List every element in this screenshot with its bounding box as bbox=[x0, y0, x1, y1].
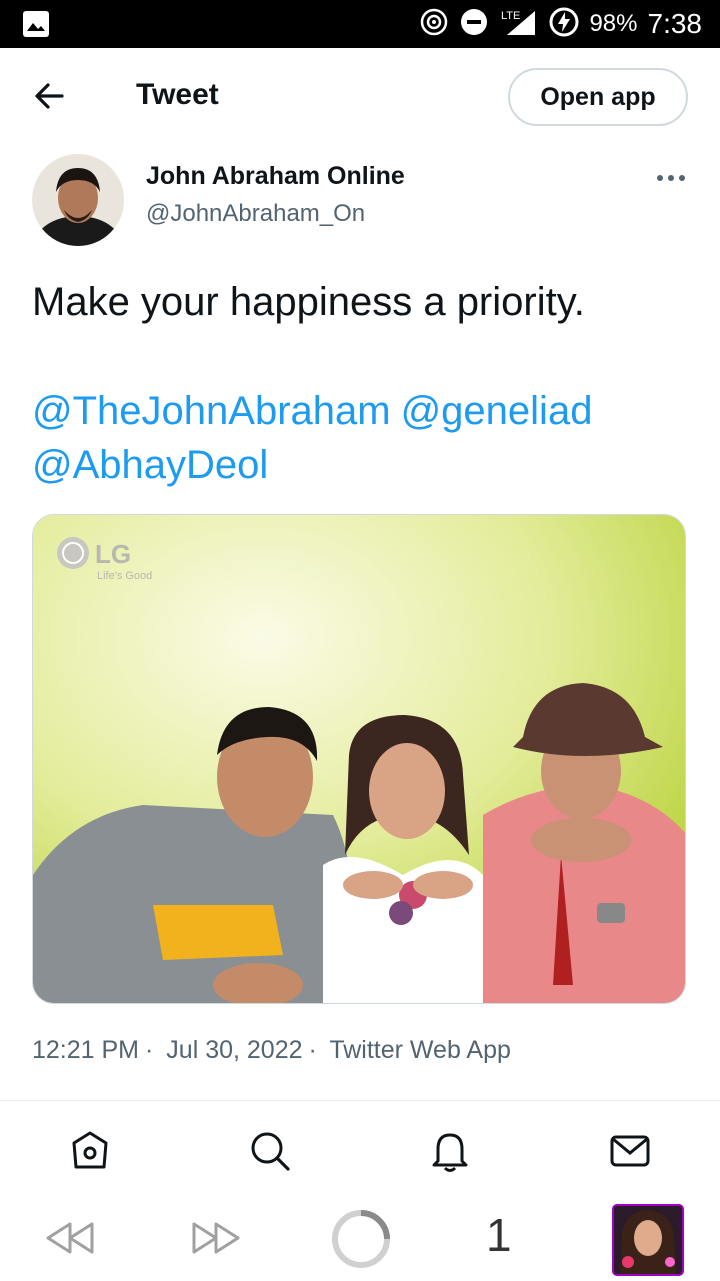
svg-text:LG: LG bbox=[95, 539, 131, 569]
back-arrow-icon[interactable] bbox=[30, 76, 70, 116]
page-title: Tweet bbox=[136, 78, 219, 111]
gallery-notification-icon bbox=[22, 10, 50, 43]
mention-link[interactable]: @AbhayDeol bbox=[32, 443, 268, 487]
bottom-tab-bar bbox=[0, 1101, 720, 1201]
status-bar: LTE 98% 7:38 bbox=[0, 0, 720, 48]
mention-link[interactable]: @TheJohnAbraham bbox=[32, 389, 391, 433]
more-options-icon[interactable] bbox=[656, 168, 686, 188]
tab-count[interactable]: 1 bbox=[486, 1208, 512, 1262]
tweet-date[interactable]: Jul 30, 2022 bbox=[166, 1036, 302, 1064]
home-icon[interactable] bbox=[68, 1129, 112, 1173]
author-avatar[interactable] bbox=[32, 154, 124, 246]
fast-forward-icon[interactable] bbox=[190, 1216, 242, 1265]
svg-text:LTE: LTE bbox=[501, 10, 520, 22]
messages-icon[interactable] bbox=[608, 1129, 652, 1173]
tweet-source: Twitter Web App bbox=[329, 1036, 511, 1064]
browser-toolbar: 1 bbox=[0, 1200, 720, 1280]
header: Tweet Open app bbox=[0, 48, 720, 148]
separator: · bbox=[145, 1036, 154, 1064]
tweet-time[interactable]: 12:21 PM bbox=[32, 1036, 139, 1064]
svg-text:Life's Good: Life's Good bbox=[97, 570, 152, 582]
battery-percent: 98% bbox=[589, 10, 638, 37]
open-app-button[interactable]: Open app bbox=[508, 68, 688, 126]
do-not-disturb-icon bbox=[459, 7, 489, 42]
clock: 7:38 bbox=[647, 8, 703, 39]
mentions: @TheJohnAbraham @geneliad @AbhayDeol bbox=[32, 384, 692, 492]
hotspot-icon bbox=[419, 7, 449, 42]
tweet-photo[interactable]: LG Life's Good bbox=[32, 514, 686, 1004]
loading-spinner-icon bbox=[330, 1208, 392, 1275]
signal-icon: LTE bbox=[499, 7, 539, 42]
rewind-icon[interactable] bbox=[44, 1216, 96, 1265]
tweet-text: Make your happiness a priority. bbox=[32, 280, 585, 324]
author-handle[interactable]: @JohnAbraham_On bbox=[146, 200, 365, 228]
notifications-icon[interactable] bbox=[428, 1129, 472, 1173]
battery-charging-icon bbox=[549, 7, 579, 42]
profile-thumbnail[interactable] bbox=[612, 1204, 684, 1281]
search-icon[interactable] bbox=[248, 1129, 292, 1173]
author-name[interactable]: John Abraham Online bbox=[146, 162, 405, 191]
separator: · bbox=[308, 1036, 317, 1064]
tweet-meta: 12:21 PM · Jul 30, 2022 · Twitter Web App bbox=[32, 1036, 517, 1065]
mention-link[interactable]: @geneliad bbox=[401, 389, 593, 433]
